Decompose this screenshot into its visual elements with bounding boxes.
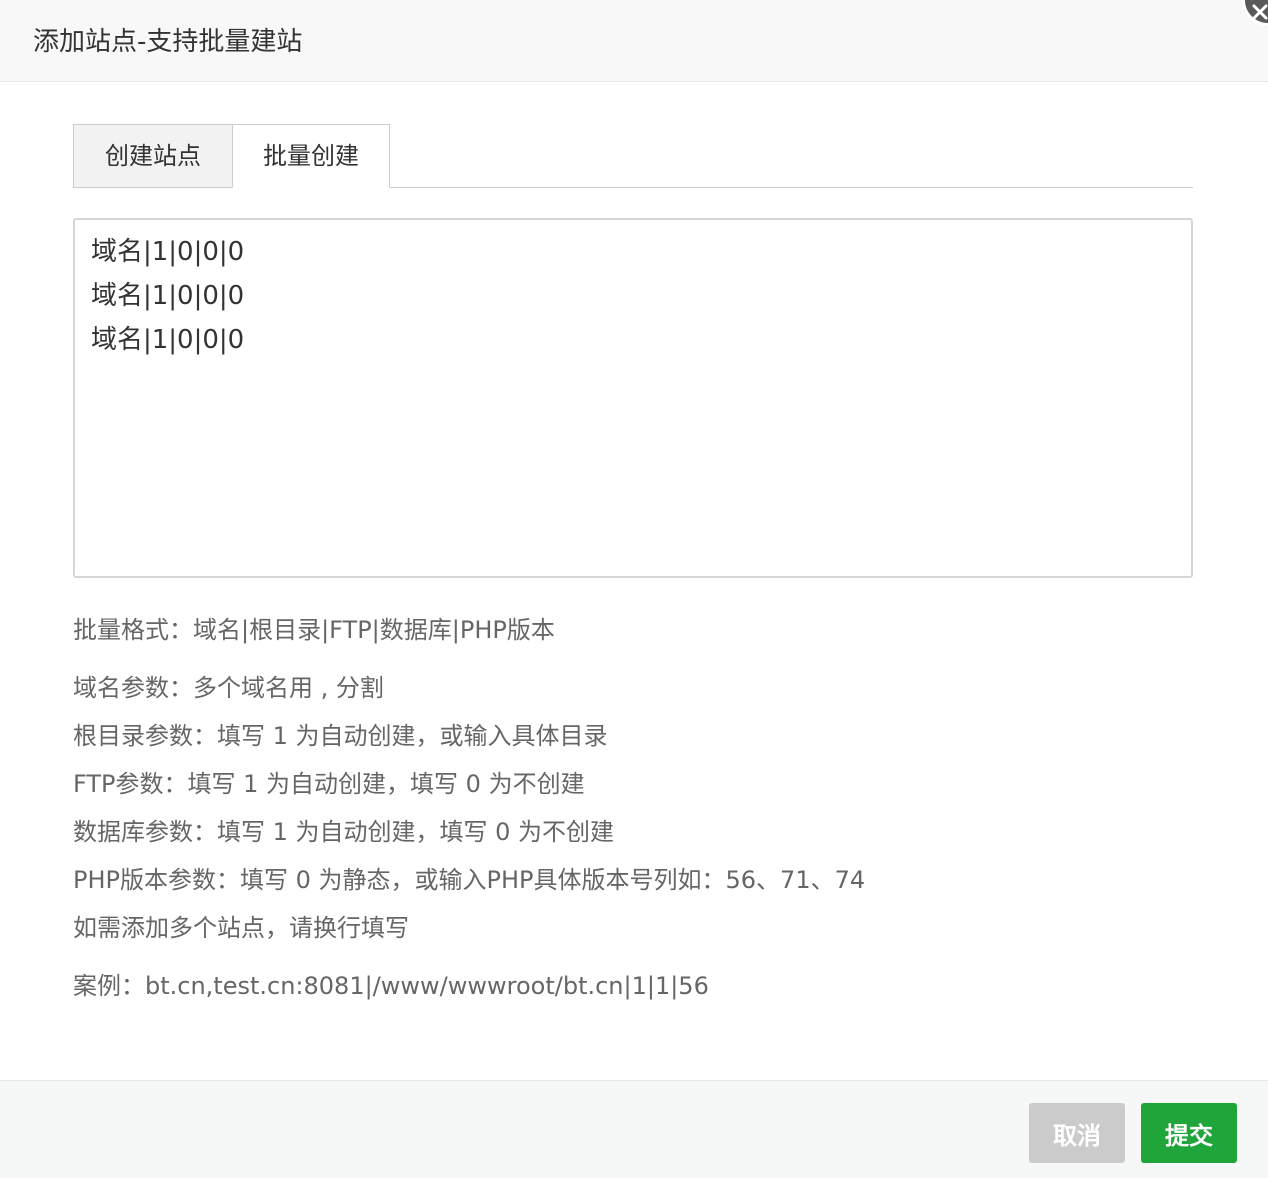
help-example: 案例：bt.cn,test.cn:8081|/www/wwwroot/bt.cn…	[73, 972, 709, 1000]
help-ftp-param: FTP参数：填写 1 为自动创建，填写 0 为不创建	[73, 770, 585, 798]
help-php-param: PHP版本参数：填写 0 为静态，或输入PHP具体版本号列如：56、71、74	[73, 866, 866, 894]
tab-batch-create[interactable]: 批量创建	[232, 124, 390, 188]
dialog-footer: 取消 提交	[0, 1080, 1268, 1178]
submit-button[interactable]: 提交	[1141, 1103, 1237, 1163]
help-root-param: 根目录参数：填写 1 为自动创建，或输入具体目录	[73, 722, 608, 750]
help-multi-sites: 如需添加多个站点，请换行填写	[73, 914, 409, 942]
batch-sites-textarea[interactable]: 域名|1|0|0|0 域名|1|0|0|0 域名|1|0|0|0	[73, 218, 1193, 578]
dialog-header: 添加站点-支持批量建站	[0, 0, 1268, 82]
close-button[interactable]	[1242, 0, 1268, 26]
help-format: 批量格式：域名|根目录|FTP|数据库|PHP版本	[73, 616, 555, 644]
close-icon	[1252, 4, 1268, 20]
tab-bar: 创建站点 批量创建	[73, 124, 1193, 188]
dialog-title: 添加站点-支持批量建站	[33, 27, 303, 57]
help-db-param: 数据库参数：填写 1 为自动创建，填写 0 为不创建	[73, 818, 615, 846]
add-site-dialog: 添加站点-支持批量建站 创建站点 批量创建 域名|1|0|0|0 域名|1|0|…	[0, 0, 1268, 1178]
help-section: 批量格式：域名|根目录|FTP|数据库|PHP版本 域名参数：多个域名用 , 分…	[73, 610, 1193, 1014]
cancel-button[interactable]: 取消	[1029, 1103, 1125, 1163]
help-domain-param: 域名参数：多个域名用 , 分割	[73, 674, 384, 702]
tab-create-site[interactable]: 创建站点	[73, 124, 233, 188]
